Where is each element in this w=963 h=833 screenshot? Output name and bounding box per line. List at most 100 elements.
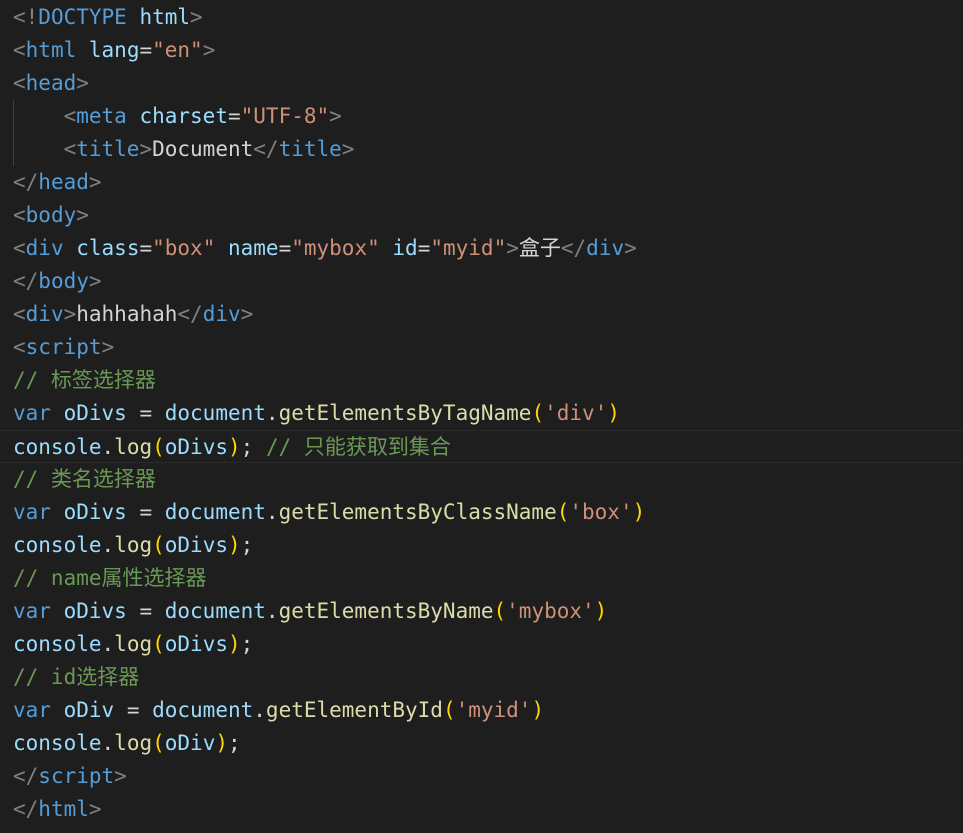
code-line[interactable]: <body> — [0, 199, 963, 232]
code-token: ( — [152, 435, 165, 459]
code-token: "box" — [152, 236, 216, 260]
code-token: ( — [152, 632, 165, 656]
code-token: script — [25, 335, 102, 359]
code-token: > — [76, 203, 89, 227]
code-token: hahhahah — [76, 302, 178, 326]
code-line[interactable]: console.log(oDiv); — [0, 727, 963, 760]
code-token: . — [101, 435, 115, 459]
code-token: ) — [594, 599, 608, 623]
code-token: = — [114, 698, 153, 722]
code-token: log — [114, 435, 153, 459]
code-token: document — [164, 599, 266, 623]
code-token: console — [13, 632, 102, 656]
code-token: > — [341, 137, 355, 161]
code-token: > — [88, 797, 102, 821]
code-line[interactable]: var oDivs = document.getElementsByTagNam… — [0, 397, 963, 430]
code-line[interactable]: // 标签选择器 — [0, 364, 963, 397]
code-token: ) — [227, 533, 241, 557]
code-line[interactable]: var oDivs = document.getElementsByName('… — [0, 595, 963, 628]
code-line[interactable]: console.log(oDivs); — [0, 529, 963, 562]
code-token: </ — [560, 236, 587, 260]
code-editor[interactable]: <!DOCTYPE html> <html lang="en"> <head> <m… — [0, 0, 963, 833]
code-token: meta — [76, 104, 127, 128]
code-line[interactable]: // name属性选择器 — [0, 562, 963, 595]
code-token: ) — [227, 632, 241, 656]
code-token: < — [13, 203, 26, 227]
code-token: div — [202, 302, 241, 326]
code-line[interactable]: console.log(oDivs); — [0, 628, 963, 661]
code-line[interactable]: <!DOCTYPE html> — [0, 1, 963, 34]
code-token: ; — [228, 731, 241, 755]
code-line[interactable]: console.log(oDivs); // 只能获取到集合 — [0, 430, 963, 463]
code-token: . — [265, 401, 279, 425]
code-token: = — [278, 236, 292, 260]
code-token: 'mybox' — [506, 599, 595, 623]
code-token: document — [164, 500, 266, 524]
code-token: ) — [227, 435, 241, 459]
code-token: > — [88, 170, 102, 194]
code-token: script — [38, 764, 115, 788]
code-line[interactable]: <script> — [0, 331, 963, 364]
code-line[interactable]: <title>Document</title> — [0, 133, 963, 166]
code-token: var — [13, 500, 51, 524]
code-token: </ — [177, 302, 203, 326]
code-token: < — [63, 137, 77, 161]
code-token: div — [25, 236, 64, 260]
code-token: var — [13, 599, 51, 623]
code-line[interactable]: var oDivs = document.getElementsByClassN… — [0, 496, 963, 529]
code-token: "mybox" — [291, 236, 380, 260]
code-token: > — [190, 5, 203, 29]
code-line[interactable]: </script> — [0, 760, 963, 793]
code-token: getElementsByTagName — [278, 401, 532, 425]
code-token: > — [624, 236, 637, 260]
code-token: oDivs — [63, 599, 127, 623]
code-token: > — [76, 71, 89, 95]
code-token: // 标签选择器 — [13, 368, 156, 392]
code-token: console — [13, 731, 102, 755]
code-token: </ — [13, 170, 39, 194]
code-line[interactable]: var oDiv = document.getElementById('myid… — [0, 694, 963, 727]
code-token: 'box' — [569, 500, 633, 524]
code-line[interactable]: <div>hahhahah</div> — [0, 298, 963, 331]
code-line[interactable]: <html lang="en"> — [0, 34, 963, 67]
code-token: 'div' — [544, 401, 608, 425]
code-line[interactable]: // 类名选择器 — [0, 463, 963, 496]
code-token: Document — [152, 137, 254, 161]
code-token: // name属性选择器 — [13, 566, 207, 590]
code-token: ) — [215, 731, 228, 755]
code-token: // 类名选择器 — [13, 467, 156, 491]
code-token: oDivs — [164, 435, 228, 459]
code-line[interactable]: </html> — [0, 793, 963, 826]
code-line[interactable]: // id选择器 — [0, 661, 963, 694]
code-token: 'myid' — [455, 698, 532, 722]
code-token: id — [392, 236, 418, 260]
code-line[interactable]: <meta charset="UTF-8"> — [0, 100, 963, 133]
code-token: lang — [88, 38, 140, 62]
code-line[interactable]: </body> — [0, 265, 963, 298]
code-token: < — [13, 71, 26, 95]
code-token: class — [76, 236, 140, 260]
code-token: oDiv — [164, 731, 216, 755]
code-token: console — [13, 533, 102, 557]
code-token: = — [139, 38, 153, 62]
code-token: > — [114, 764, 127, 788]
code-token: = — [126, 599, 165, 623]
code-token: html — [25, 38, 77, 62]
code-token: ( — [556, 500, 570, 524]
code-line[interactable]: <head> — [0, 67, 963, 100]
code-token: ( — [531, 401, 545, 425]
code-line[interactable]: </head> — [0, 166, 963, 199]
code-line[interactable]: <div class="box" name="mybox" id="myid">… — [0, 232, 963, 265]
code-token: body — [25, 203, 77, 227]
code-token: . — [265, 500, 279, 524]
